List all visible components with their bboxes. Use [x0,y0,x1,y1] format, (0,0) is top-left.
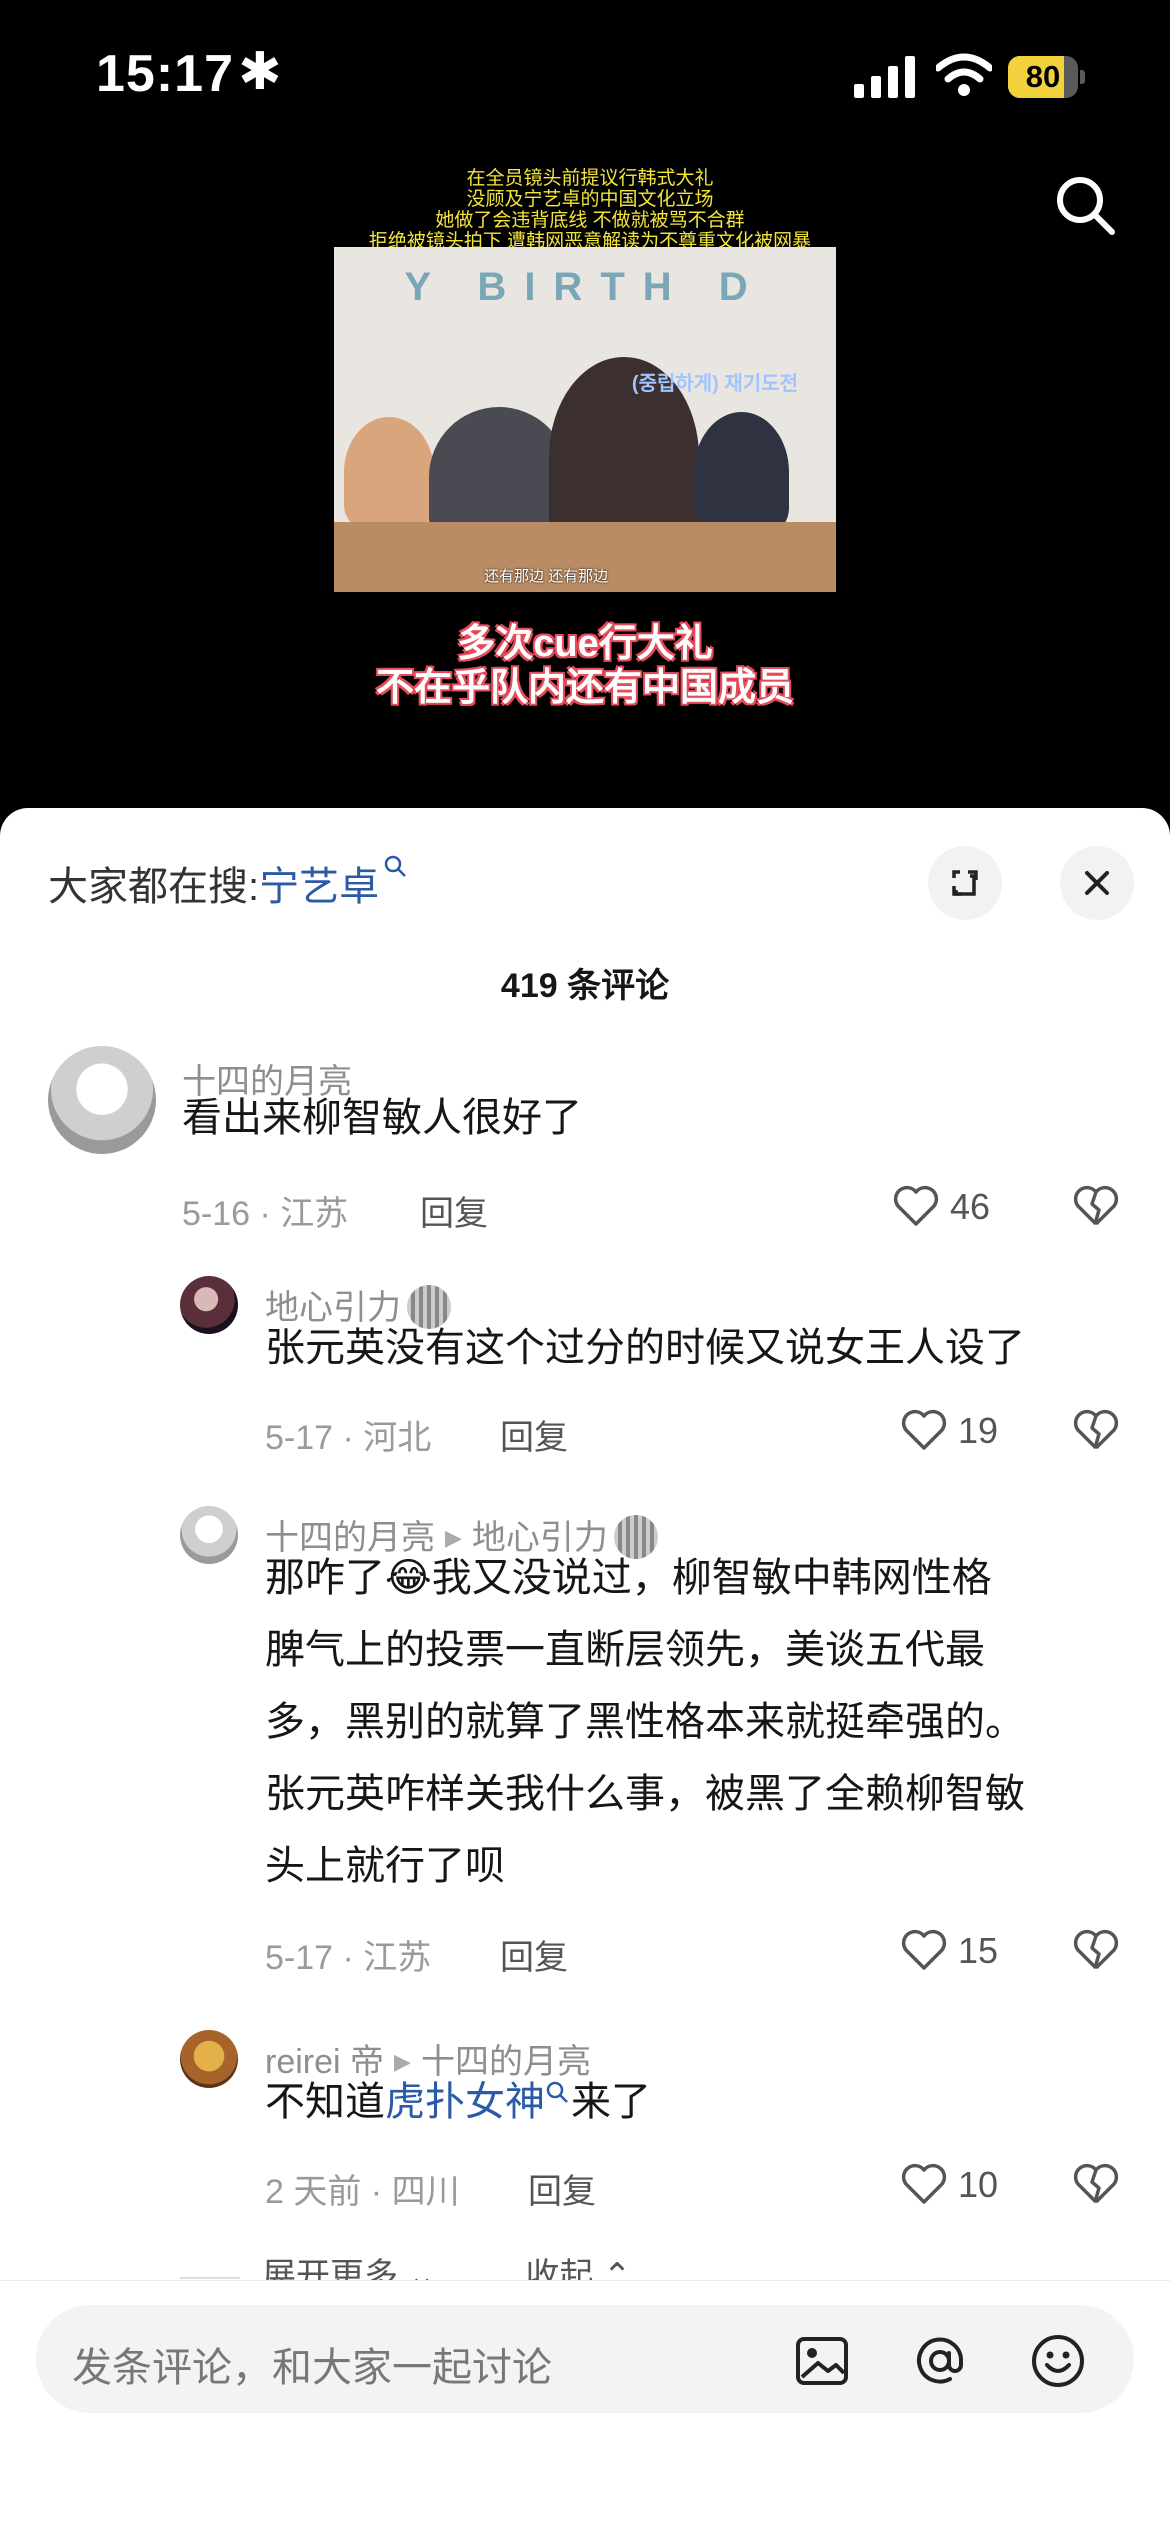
search-small-icon [384,855,407,877]
heart-icon[interactable] [900,2160,948,2206]
reply-button[interactable]: 回复 [500,1410,568,1459]
battery-icon: 80 [1008,56,1085,98]
battery-level: 80 [1025,59,1061,94]
image-icon[interactable] [792,2331,852,2391]
comment-line: 张元英咋样关我什么事，被黑了全赖柳智敏 [265,1772,1025,1816]
comment-meta: 2 天前 · 四川 [265,2173,460,2211]
person-figure [694,412,789,532]
comment-meta: 5-17 · 河北 [265,1419,432,1457]
like-count: 15 [958,1930,999,1971]
broken-heart-icon[interactable] [1072,1406,1120,1452]
comment-text: 那咋了😂我又没说过，柳智敏中韩网性格 脾气上的投票一直断层领先，美谈五代最 多，… [265,1542,1025,1902]
avatar[interactable] [180,2030,238,2088]
status-bar: 15:17 ✱ 80 [0,0,1170,150]
search-icon[interactable] [1050,170,1122,242]
video-frame[interactable]: Y BIRTH D (중립하게) 재기도전 还有那边 还有那边 [334,247,836,592]
frame-subtitle: 还有那边 还有那边 [484,568,609,585]
emoji-icon[interactable] [1028,2331,1088,2391]
close-button[interactable] [1060,846,1134,920]
heart-icon[interactable] [900,1406,948,1452]
broken-heart-icon[interactable] [1072,1926,1120,1972]
expand-icon [952,870,978,896]
caption-line: 没顾及宁艺卓的中国文化立场 [466,189,714,210]
show-logo: (중립하게) 재기도전 [631,373,798,395]
like-count: 19 [958,1410,999,1451]
at-mention-icon[interactable] [910,2331,970,2391]
comment-meta: 5-17 · 江苏 [265,1939,432,1977]
comment-text: 不知道虎扑女神 来了 [265,2080,651,2124]
like-count: 46 [950,1186,991,1227]
comment-text: 看出来柳智敏人很好了 [182,1096,582,1140]
video-title-line: 多次cue行大礼 [457,623,713,665]
video-title-line: 不在乎队内还有中国成员 [375,667,794,709]
comment-sheet: 大家都在搜:宁艺卓 419 条评论 十四的月亮 看出来柳智敏人很好了 5-16 … [0,808,1170,2532]
status-time: 15:17 [96,45,234,103]
search-small-icon [546,2081,568,2103]
reply-button[interactable]: 回复 [528,2164,596,2213]
reply-button[interactable]: 回复 [420,1186,488,1235]
video-title: 多次cue行大礼 不在乎队内还有中国成员 [285,622,885,710]
comment-bar: 发条评论，和大家一起讨论 [0,2280,1170,2533]
avatar[interactable] [180,1276,238,1334]
comment-line: 脾气上的投票一直断层领先，美谈五代最 [265,1628,985,1672]
search-link[interactable]: 虎扑女神 [385,2080,545,2124]
heart-icon[interactable] [900,1926,948,1972]
caption-line: 在全员镜头前提议行韩式大礼 [466,168,714,189]
avatar[interactable] [48,1046,156,1154]
comment-line: 头上就行了呗 [265,1844,505,1888]
comment-line: 那咋了😂我又没说过，柳智敏中韩网性格 [265,1556,992,1600]
broken-heart-icon[interactable] [1072,1182,1120,1228]
signal-icon [854,56,915,98]
frame-banner: Y BIRTH D [404,265,766,309]
comment-meta: 5-16 · 江苏 [182,1195,349,1233]
comment-text: 张元英没有这个过分的时候又说女王人设了 [265,1326,1025,1370]
comment-placeholder: 发条评论，和大家一起讨论 [72,2346,552,2390]
reply-button[interactable]: 回复 [500,1930,568,1979]
comment-count: 419 条评论 [500,967,670,1005]
broken-heart-icon[interactable] [1072,2160,1120,2206]
like-count: 10 [958,2164,999,2205]
suggest-keyword[interactable]: 宁艺卓 [259,865,379,909]
suggest-prefix: 大家都在搜: [48,865,260,909]
wifi-icon [936,53,992,96]
search-suggestion[interactable]: 大家都在搜:宁艺卓 [48,854,409,912]
comment-line: 多，黑别的就算了黑性格本来就挺牵强的。 [265,1700,1025,1744]
video-caption: 在全员镜头前提议行韩式大礼 没顾及宁艺卓的中国文化立场 她做了会违背底线 不做就… [300,168,880,252]
asterisk-icon: ✱ [238,43,282,101]
expand-button[interactable] [928,846,1002,920]
avatar[interactable] [180,1506,238,1564]
comment-input[interactable]: 发条评论，和大家一起讨论 [36,2305,1134,2413]
caption-line: 她做了会违背底线 不做就被骂不合群 [435,210,745,231]
person-figure [344,417,434,527]
close-icon [1085,871,1109,895]
heart-icon[interactable] [892,1182,940,1228]
